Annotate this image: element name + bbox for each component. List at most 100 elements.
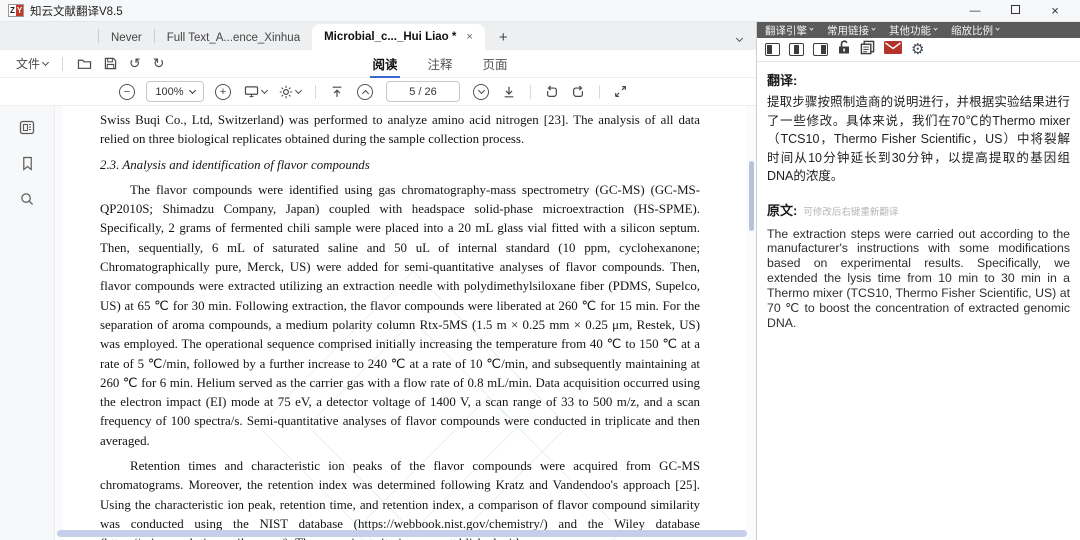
window-controls: — × [966,3,1072,18]
page-number-input[interactable]: 5 / 26 [386,81,460,102]
fullscreen-button[interactable] [614,85,627,98]
zoom-in-button[interactable]: + [215,84,231,100]
search-panel-button[interactable] [20,192,34,211]
tab-microbial-active[interactable]: Microbial_c..._Hui Liao * × [312,24,485,50]
minimize-button[interactable]: — [966,5,984,17]
pdf-paragraph-1: The flavor compounds were identified usi… [100,181,700,451]
save-button[interactable] [104,57,117,70]
layout-left-panel-icon[interactable] [765,43,780,56]
bookmarks-panel-button[interactable] [21,156,34,176]
menu-common-links[interactable]: 常用链接 [827,23,875,38]
tab-close-icon[interactable]: × [466,31,472,43]
next-page-button[interactable] [473,84,489,100]
rotate-right-icon [571,85,585,99]
menu-other-functions[interactable]: 其他功能 [889,23,937,38]
menu-other-functions-label: 其他功能 [889,23,931,38]
chevron-down-icon [871,26,875,30]
search-icon [20,192,34,206]
pdf-page-area[interactable]: Swiss Buqi Co., Ltd, Switzerland) was pe… [55,106,756,540]
tab-never[interactable]: Never [99,26,154,50]
page-indicator: 5 / 26 [409,86,437,98]
toolbar-divider [62,57,63,71]
tab-read[interactable]: 阅读 [370,50,399,78]
translation-content: 翻译: 提取步骤按照制造商的说明进行，并根据实验结果进行了一些修改。具体来说，我… [757,62,1080,540]
rotate-left-button[interactable] [545,85,559,99]
new-tab-button[interactable]: + [499,29,508,50]
zoom-level-select[interactable]: 100% [146,81,204,102]
tab-fulltext[interactable]: Full Text_A...ence_Xinhua [155,26,312,50]
tab-overflow-chevron-icon[interactable] [737,32,742,44]
document-area: Swiss Buqi Co., Ltd, Switzerland) was pe… [0,106,756,540]
layout-right-panel-icon[interactable] [813,43,828,56]
download-icon [502,85,516,99]
file-menu[interactable]: 文件 [16,55,48,72]
chevron-down-icon [933,26,937,30]
pdf-paragraph-2: Retention times and characteristic ion p… [100,457,700,540]
tab-microbial-label: Microbial_c..._Hui Liao * [324,31,456,43]
zoom-level-value: 100% [155,86,183,98]
app-logo-icon: Z Y [8,4,24,17]
file-menu-label: 文件 [16,55,40,72]
chevron-down-icon [42,58,49,65]
rotate-left-icon [545,85,559,99]
pdf-paragraph-continuation: Swiss Buqi Co., Ltd, Switzerland) was pe… [100,111,700,150]
translation-pane: 翻译引擎 常用链接 其他功能 缩放比例 ⚙ [757,22,1080,540]
maximize-button[interactable] [1006,5,1024,17]
menu-common-links-label: 常用链接 [827,23,869,38]
window-title: 知云文献翻译V8.5 [30,3,123,19]
zoom-page-toolbar: − 100% + [0,78,756,106]
settings-gear-icon[interactable]: ⚙ [911,42,924,57]
open-file-button[interactable] [77,57,92,70]
translation-text[interactable]: 提取步骤按照制造商的说明进行，并根据实验结果进行了一些修改。具体来说，我们在70… [767,93,1070,186]
download-button[interactable] [502,85,516,99]
original-label: 原文: [767,200,797,219]
redo-icon: ↻ [153,55,165,72]
zoom-out-button[interactable]: − [119,84,135,100]
chevron-up-icon [361,89,368,96]
menu-translation-engine[interactable]: 翻译引擎 [765,23,813,38]
tab-page[interactable]: 页面 [481,50,510,78]
document-tab-bar: Never Full Text_A...ence_Xinhua Microbia… [0,22,756,50]
thumbnails-panel-button[interactable] [19,120,35,140]
save-icon [104,57,117,70]
rotate-right-button[interactable] [571,85,585,99]
title-bar: Z Y 知云文献翻译V8.5 — × [0,0,1080,22]
display-mode-button[interactable] [244,85,267,98]
undo-button[interactable]: ↺ [129,55,141,72]
vertical-scrollbar-thumb[interactable] [749,161,754,231]
layout-center-panel-icon[interactable] [789,43,804,56]
lock-button[interactable] [837,40,851,60]
previous-page-button[interactable] [357,84,373,100]
view-mode-tabs: 阅读 注释 页面 [370,50,509,78]
horizontal-scrollbar-thumb[interactable] [57,530,747,537]
go-to-top-button[interactable] [330,85,344,99]
pdf-section-heading: 2.3. Analysis and identification of flav… [100,156,700,175]
navigation-sidebar [0,106,55,540]
toolbar-divider [530,85,531,99]
monitor-icon [244,85,259,98]
menu-zoom-ratio-label: 缩放比例 [951,23,993,38]
redo-button[interactable]: ↻ [153,55,165,72]
tab-annotate[interactable]: 注释 [426,50,455,78]
copy-document-icon [860,40,875,55]
close-button[interactable]: × [1046,3,1064,18]
chevron-down-icon [261,86,268,93]
brightness-sun-icon [279,85,293,99]
copy-page-button[interactable] [860,40,875,60]
original-text[interactable]: The extraction steps were carried out ac… [767,227,1070,331]
translation-label: 翻译: [767,70,1070,89]
translation-menu-bar: 翻译引擎 常用链接 其他功能 缩放比例 [757,22,1080,38]
maximize-icon [1011,5,1020,14]
mail-envelope-icon [884,41,902,54]
chevron-down-icon [189,86,196,93]
toolbar-divider [599,85,600,99]
mail-feedback-button[interactable] [884,41,902,59]
chevron-down-icon [295,86,302,93]
unlock-icon [837,40,851,55]
brightness-button[interactable] [279,85,301,99]
app-window: Z Y 知云文献翻译V8.5 — × Never Full Text_A...e… [0,0,1080,540]
folder-open-icon [77,57,92,70]
menu-zoom-ratio[interactable]: 缩放比例 [951,23,999,38]
chevron-down-icon [995,26,999,30]
translation-toolbar: ⚙ [757,38,1080,62]
